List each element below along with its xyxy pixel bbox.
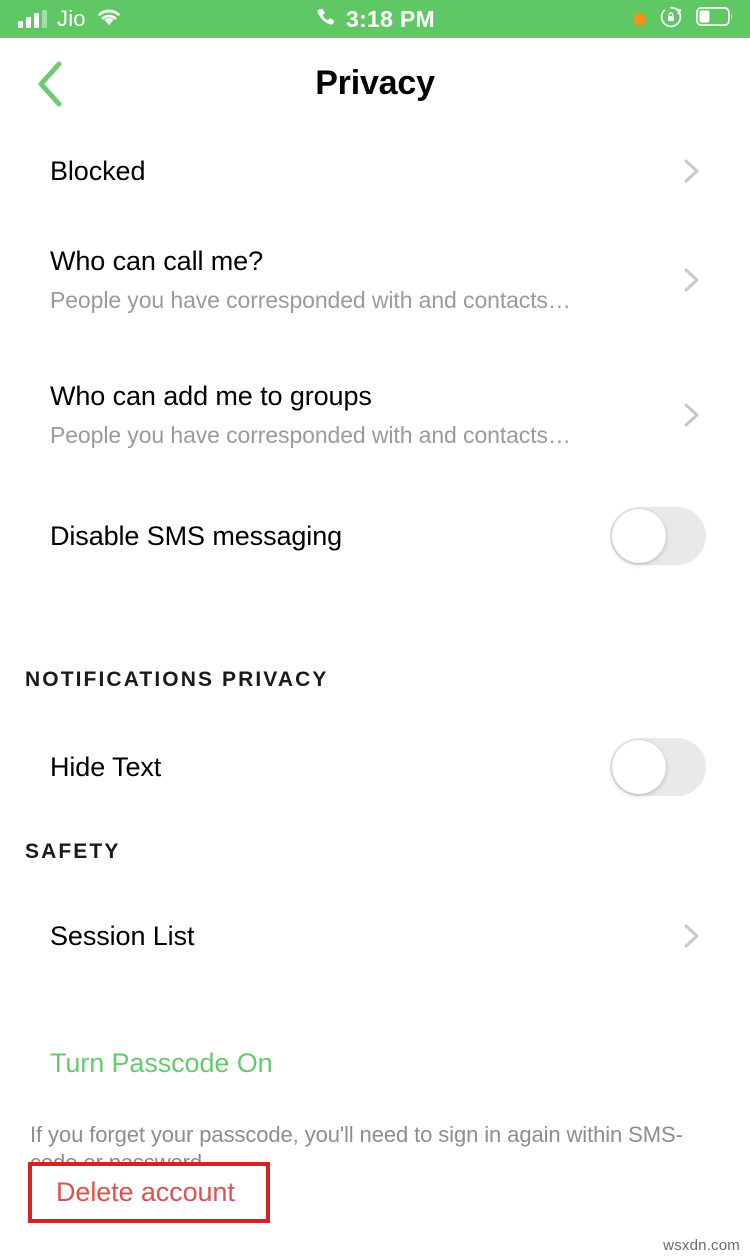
row-disable-sms-messaging[interactable]: Disable SMS messaging	[0, 482, 750, 590]
toggle-knob	[612, 509, 666, 563]
rotation-lock-icon	[659, 5, 683, 34]
navigation-bar: Privacy	[0, 38, 750, 130]
row-who-can-call-me-title: Who can call me?	[50, 246, 263, 277]
privacy-settings-screen: Jio 3:18 PM Privacy Blocked Who can call…	[0, 0, 750, 1260]
row-who-can-call-me[interactable]: Who can call me? People you have corresp…	[0, 212, 750, 348]
row-session-list[interactable]: Session List	[0, 894, 750, 978]
row-blocked[interactable]: Blocked	[0, 130, 750, 212]
row-blocked-text: Blocked	[50, 155, 678, 186]
chevron-right-icon	[678, 158, 704, 184]
orange-recording-dot-icon	[633, 12, 646, 26]
phone-call-icon	[315, 6, 337, 33]
row-who-can-add-me-to-groups[interactable]: Who can add me to groups People you have…	[0, 348, 750, 482]
row-blocked-title: Blocked	[50, 155, 146, 186]
section-header-safety: SAFETY	[25, 840, 121, 863]
clock-label: 3:18 PM	[345, 5, 436, 32]
row-who-can-add-me-to-groups-subtitle: People you have corresponded with and co…	[50, 421, 571, 448]
watermark: wsxdn.com	[663, 1237, 740, 1254]
row-hide-text-text: Hide Text	[50, 751, 610, 782]
row-who-can-call-me-text: Who can call me? People you have corresp…	[50, 247, 678, 313]
row-session-list-title: Session List	[50, 920, 195, 951]
row-who-can-add-me-to-groups-text: Who can add me to groups People you have…	[50, 382, 678, 448]
delete-account-label: Delete account	[56, 1177, 235, 1207]
row-hide-text[interactable]: Hide Text	[0, 718, 750, 816]
row-disable-sms-messaging-text: Disable SMS messaging	[50, 520, 610, 551]
section-header-notifications-privacy: NOTIFICATIONS PRIVACY	[25, 668, 329, 691]
chevron-right-icon	[678, 267, 704, 293]
toggle-knob	[612, 740, 666, 794]
row-who-can-call-me-subtitle: People you have corresponded with and co…	[50, 286, 571, 313]
row-who-can-add-me-to-groups-title: Who can add me to groups	[50, 381, 372, 412]
settings-list: Blocked Who can call me? People you have…	[0, 130, 750, 1177]
toggle-hide-text[interactable]	[610, 738, 706, 796]
row-hide-text-title: Hide Text	[50, 751, 162, 782]
delete-account-button[interactable]: Delete account	[28, 1162, 270, 1223]
status-bar-right	[633, 5, 734, 34]
chevron-right-icon	[678, 923, 704, 949]
row-disable-sms-messaging-title: Disable SMS messaging	[50, 520, 343, 551]
toggle-disable-sms-messaging[interactable]	[610, 507, 706, 565]
chevron-right-icon	[678, 402, 704, 428]
status-bar: Jio 3:18 PM	[0, 0, 750, 38]
battery-icon	[696, 7, 734, 31]
page-title: Privacy	[315, 64, 435, 102]
row-session-list-text: Session List	[50, 920, 678, 951]
turn-passcode-on-button[interactable]: Turn Passcode On	[0, 1048, 750, 1079]
